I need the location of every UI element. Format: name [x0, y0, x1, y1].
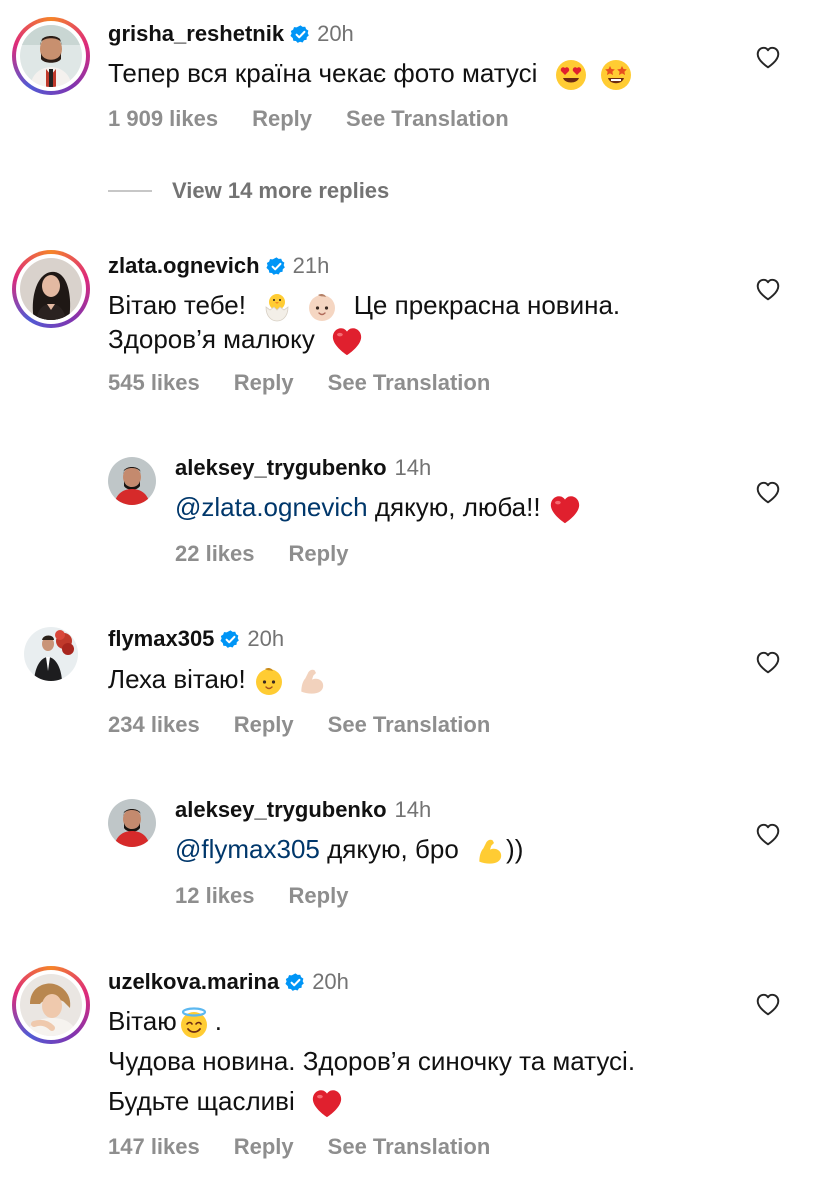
- reply-button[interactable]: Reply: [289, 883, 349, 909]
- comment-text: Тепер вся країна чекає фото матусі: [108, 56, 632, 91]
- username[interactable]: aleksey_trygubenko: [175, 797, 387, 823]
- red-heart-emoji-icon: [330, 325, 364, 357]
- flexed-biceps-emoji-icon: [296, 665, 328, 697]
- reply-button[interactable]: Reply: [234, 1134, 294, 1160]
- username[interactable]: flymax305: [108, 626, 214, 652]
- comment-text: @flymax305 дякую, бро )): [175, 832, 523, 867]
- see-translation-button[interactable]: See Translation: [328, 370, 491, 396]
- verified-badge-icon: [220, 629, 241, 650]
- username[interactable]: uzelkova.marina: [108, 969, 279, 995]
- comment-actions: 545 likes Reply See Translation: [108, 370, 524, 396]
- username[interactable]: grisha_reshetnik: [108, 21, 284, 47]
- comment-header: aleksey_trygubenko 14h: [175, 795, 431, 825]
- comment-text-line-2: Чудова новина. Здоров’я синочку та матус…: [108, 1046, 636, 1076]
- star-struck-emoji-icon: [600, 60, 631, 91]
- like-heart-icon[interactable]: [755, 277, 781, 301]
- see-translation-button[interactable]: See Translation: [328, 1134, 491, 1160]
- divider-line: [108, 190, 152, 192]
- see-translation-button[interactable]: See Translation: [328, 712, 491, 738]
- avatar[interactable]: [108, 799, 156, 847]
- heart-eyes-emoji-icon: [555, 60, 586, 91]
- reply-button[interactable]: Reply: [234, 712, 294, 738]
- comment-actions: 1 909 likes Reply See Translation: [108, 106, 543, 132]
- timestamp: 14h: [394, 797, 432, 822]
- view-more-replies-label: View 14 more replies: [172, 178, 390, 203]
- avatar-image: [24, 627, 78, 681]
- avatar-image: [20, 25, 82, 87]
- verified-badge-icon: [285, 972, 306, 993]
- reply-button[interactable]: Reply: [234, 370, 294, 396]
- verified-badge-icon: [266, 256, 287, 277]
- mention-link[interactable]: @flymax305: [175, 834, 320, 864]
- username[interactable]: aleksey_trygubenko: [175, 455, 387, 481]
- avatar[interactable]: [12, 250, 90, 328]
- baby-emoji-icon: [255, 668, 282, 696]
- like-heart-icon[interactable]: [755, 45, 781, 69]
- likes-count[interactable]: 147 likes: [108, 1134, 200, 1160]
- timestamp: 20h: [312, 969, 349, 994]
- avatar-image: [108, 799, 156, 847]
- red-heart-emoji-icon: [548, 493, 582, 525]
- avatar[interactable]: [12, 17, 90, 95]
- username[interactable]: zlata.ognevich: [108, 253, 260, 279]
- comment-text: Вітаю .: [108, 1004, 222, 1040]
- avatar[interactable]: [108, 457, 156, 505]
- comment-header: zlata.ognevich 21h: [108, 251, 329, 281]
- likes-count[interactable]: 22 likes: [175, 541, 255, 567]
- comment-header: flymax305 20h: [108, 624, 284, 654]
- verified-badge-icon: [290, 24, 311, 45]
- like-heart-icon[interactable]: [755, 992, 781, 1016]
- comment-header: uzelkova.marina 20h: [108, 967, 349, 997]
- comment-text-line-2: Здоров’я малюку: [108, 322, 364, 357]
- timestamp: 20h: [247, 626, 285, 651]
- comment-actions: 234 likes Reply See Translation: [108, 712, 524, 738]
- baby-emoji-icon: [309, 294, 336, 322]
- comment-header: aleksey_trygubenko 14h: [175, 453, 431, 483]
- red-heart-emoji-icon: [310, 1087, 344, 1119]
- flexed-biceps-emoji-icon: [474, 835, 506, 867]
- reply-button[interactable]: Reply: [289, 541, 349, 567]
- mention-link[interactable]: @zlata.ognevich: [175, 492, 368, 522]
- likes-count[interactable]: 234 likes: [108, 712, 200, 738]
- likes-count[interactable]: 545 likes: [108, 370, 200, 396]
- timestamp: 21h: [292, 253, 330, 278]
- avatar-image: [20, 258, 82, 320]
- timestamp: 14h: [394, 455, 432, 480]
- avatar[interactable]: [12, 966, 90, 1044]
- avatar-image: [20, 974, 82, 1036]
- see-translation-button[interactable]: See Translation: [346, 106, 509, 132]
- like-heart-icon[interactable]: [755, 480, 781, 504]
- comment-actions: 12 likes Reply: [175, 883, 382, 909]
- timestamp: 20h: [317, 21, 354, 46]
- likes-count[interactable]: 12 likes: [175, 883, 255, 909]
- comment-text-line-3: Будьте щасливі: [108, 1084, 344, 1119]
- like-heart-icon[interactable]: [755, 822, 781, 846]
- comment-text: Вітаю тебе! Це прекрасна новина.: [108, 288, 620, 323]
- comment-actions: 22 likes Reply: [175, 541, 382, 567]
- like-heart-icon[interactable]: [755, 650, 781, 674]
- likes-count[interactable]: 1 909 likes: [108, 106, 218, 132]
- avatar-image: [108, 457, 156, 505]
- view-more-replies-button[interactable]: View 14 more replies: [108, 178, 389, 204]
- comment-header: grisha_reshetnik 20h: [108, 19, 354, 49]
- comment-actions: 147 likes Reply See Translation: [108, 1134, 524, 1160]
- hatching-chick-emoji-icon: [265, 294, 289, 322]
- avatar[interactable]: [24, 627, 78, 681]
- comment-text: Леха вітаю!: [108, 662, 328, 697]
- comment-text: @zlata.ognevich дякую, люба!!: [175, 490, 582, 525]
- reply-button[interactable]: Reply: [252, 106, 312, 132]
- smiling-face-with-halo-emoji-icon: [180, 1007, 207, 1039]
